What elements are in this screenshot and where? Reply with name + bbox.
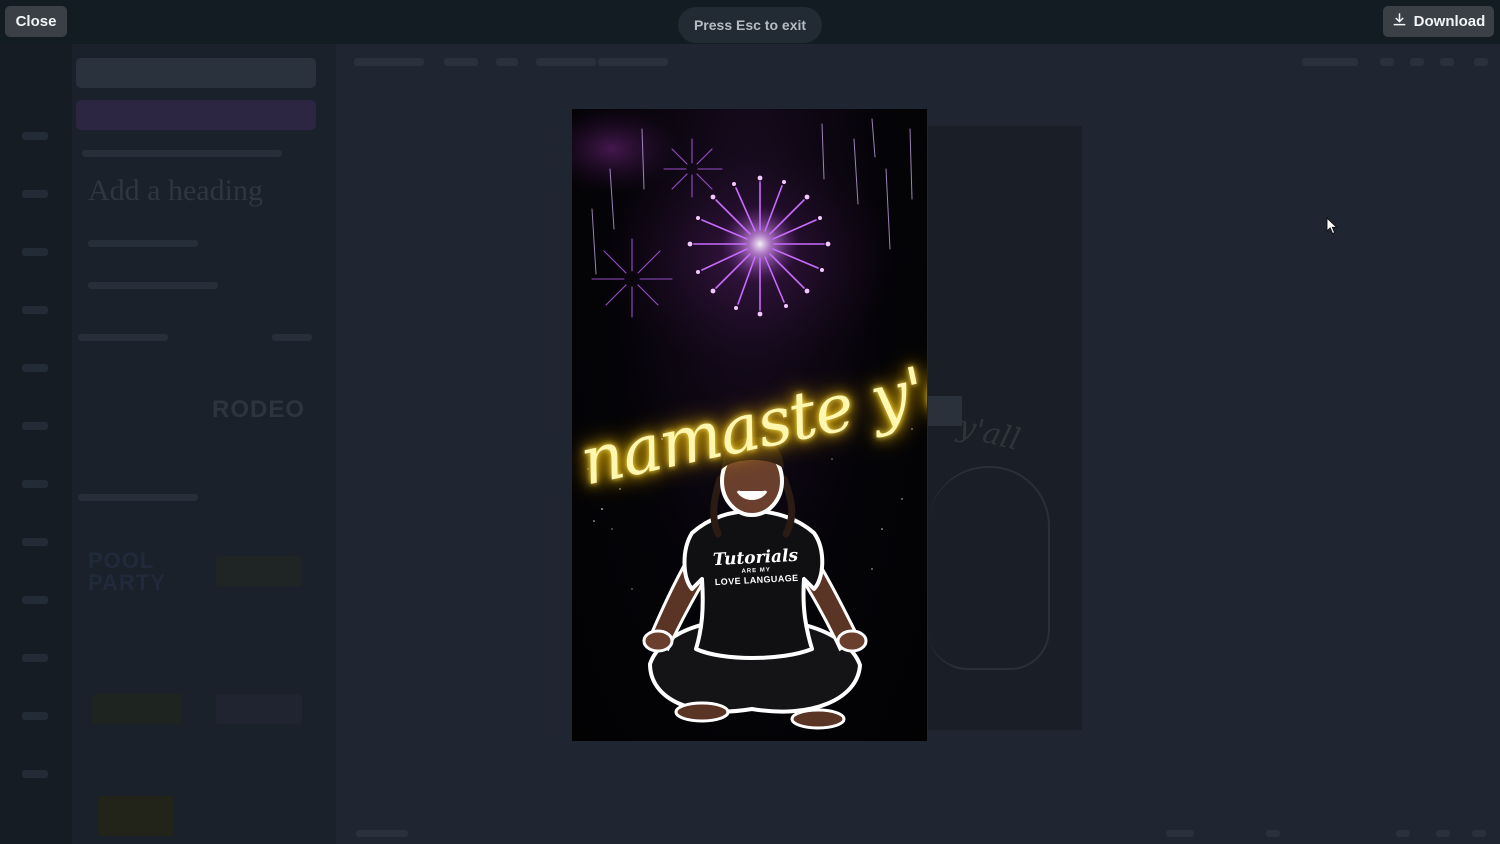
download-button-label: Download [1413,13,1486,30]
panel-template-tile-pool-party: POOL PARTY [88,548,166,595]
panel-template-tile-rodeo: RODEO [212,396,306,423]
editor-page-preview: y'all [928,126,1082,730]
editor-side-rail [0,44,72,844]
panel-add-text-button [76,100,316,130]
exit-hint-toast: Press Esc to exit [678,7,822,43]
download-button[interactable]: Download [1383,6,1494,37]
editor-canvas-toolbar [336,54,1500,72]
tshirt-print: Tutorials ARE MY LOVE LANGUAGE [709,546,803,588]
mouse-pointer-icon [1326,217,1338,235]
panel-search-input [76,58,316,88]
panel-heading-preview: Add a heading [88,174,263,207]
close-button[interactable]: Close [5,6,67,37]
editor-bottom-bar [336,824,1500,844]
download-icon [1392,12,1407,31]
editor-text-panel: Add a heading RODEO POOL PARTY [72,44,336,844]
presented-slide: namaste y'all Tutorials ARE MY LOVE LANG… [572,109,927,741]
